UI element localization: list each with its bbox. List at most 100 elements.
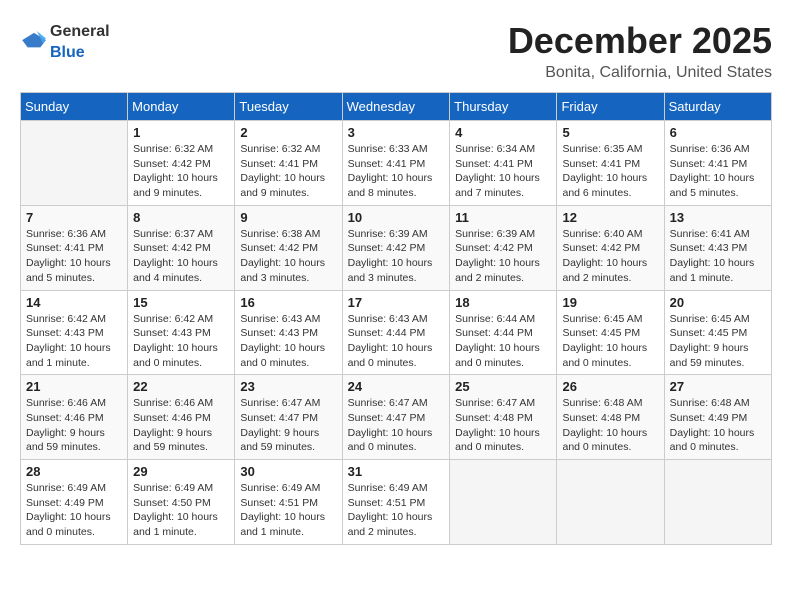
calendar-cell: 29 Sunrise: 6:49 AMSunset: 4:50 PMDayligh…	[128, 460, 235, 545]
day-number: 9	[240, 210, 336, 225]
day-number: 25	[455, 379, 551, 394]
day-info: Sunrise: 6:49 AMSunset: 4:50 PMDaylight:…	[133, 481, 229, 540]
day-info: Sunrise: 6:49 AMSunset: 4:49 PMDaylight:…	[26, 481, 122, 540]
day-number: 22	[133, 379, 229, 394]
day-number: 16	[240, 295, 336, 310]
calendar-cell: 21 Sunrise: 6:46 AMSunset: 4:46 PMDayligh…	[21, 375, 128, 460]
calendar-table: SundayMondayTuesdayWednesdayThursdayFrid…	[20, 92, 772, 545]
calendar-cell: 11Sunrise: 6:39 AMSunset: 4:42 PMDayligh…	[450, 205, 557, 290]
day-number: 29	[133, 464, 229, 479]
day-number: 15	[133, 295, 229, 310]
calendar-cell: 18Sunrise: 6:44 AMSunset: 4:44 PMDayligh…	[450, 290, 557, 375]
title-section: December 2025 Bonita, California, United…	[508, 20, 772, 82]
calendar-cell: 16 Sunrise: 6:43 AMSunset: 4:43 PMDayligh…	[235, 290, 342, 375]
day-info: Sunrise: 6:44 AMSunset: 4:44 PMDaylight:…	[455, 312, 551, 371]
calendar-cell: 25 Sunrise: 6:47 AMSunset: 4:48 PMDayligh…	[450, 375, 557, 460]
day-number: 31	[348, 464, 445, 479]
calendar-week-row: 14 Sunrise: 6:42 AMSunset: 4:43 PMDayligh…	[21, 290, 772, 375]
day-number: 6	[670, 125, 766, 140]
calendar-header-day: Wednesday	[342, 93, 450, 121]
day-number: 5	[562, 125, 658, 140]
day-number: 1	[133, 125, 229, 140]
calendar-cell: 7 Sunrise: 6:36 AMSunset: 4:41 PMDaylight…	[21, 205, 128, 290]
day-info: Sunrise: 6:41 AMSunset: 4:43 PMDaylight:…	[670, 227, 766, 286]
day-number: 19	[562, 295, 658, 310]
calendar-cell: 22 Sunrise: 6:46 AMSunset: 4:46 PMDayligh…	[128, 375, 235, 460]
day-info: Sunrise: 6:46 AMSunset: 4:46 PMDaylight:…	[133, 396, 229, 455]
calendar-header-day: Sunday	[21, 93, 128, 121]
location-subtitle: Bonita, California, United States	[508, 64, 772, 82]
day-number: 12	[562, 210, 658, 225]
day-number: 27	[670, 379, 766, 394]
calendar-cell: 8 Sunrise: 6:37 AMSunset: 4:42 PMDaylight…	[128, 205, 235, 290]
calendar-cell: 12 Sunrise: 6:40 AMSunset: 4:42 PMDayligh…	[557, 205, 664, 290]
day-info: Sunrise: 6:47 AMSunset: 4:48 PMDaylight:…	[455, 396, 551, 455]
calendar-cell: 20 Sunrise: 6:45 AMSunset: 4:45 PMDayligh…	[664, 290, 771, 375]
day-number: 21	[26, 379, 122, 394]
calendar-cell	[664, 460, 771, 545]
day-number: 2	[240, 125, 336, 140]
month-title: December 2025	[508, 20, 772, 62]
calendar-week-row: 21 Sunrise: 6:46 AMSunset: 4:46 PMDayligh…	[21, 375, 772, 460]
day-info: Sunrise: 6:37 AMSunset: 4:42 PMDaylight:…	[133, 227, 229, 286]
day-info: Sunrise: 6:47 AMSunset: 4:47 PMDaylight:…	[240, 396, 336, 455]
day-info: Sunrise: 6:42 AMSunset: 4:43 PMDaylight:…	[133, 312, 229, 371]
calendar-cell: 23 Sunrise: 6:47 AMSunset: 4:47 PMDayligh…	[235, 375, 342, 460]
calendar-cell	[557, 460, 664, 545]
day-number: 28	[26, 464, 122, 479]
calendar-cell: 30 Sunrise: 6:49 AMSunset: 4:51 PMDayligh…	[235, 460, 342, 545]
day-info: Sunrise: 6:49 AMSunset: 4:51 PMDaylight:…	[348, 481, 445, 540]
day-number: 11	[455, 210, 551, 225]
day-number: 4	[455, 125, 551, 140]
day-info: Sunrise: 6:36 AMSunset: 4:41 PMDaylight:…	[670, 142, 766, 201]
calendar-header-day: Monday	[128, 93, 235, 121]
day-info: Sunrise: 6:45 AMSunset: 4:45 PMDaylight:…	[562, 312, 658, 371]
day-info: Sunrise: 6:48 AMSunset: 4:49 PMDaylight:…	[670, 396, 766, 455]
calendar-header-day: Saturday	[664, 93, 771, 121]
logo-blue-text: Blue	[50, 44, 85, 61]
calendar-cell: 28 Sunrise: 6:49 AMSunset: 4:49 PMDayligh…	[21, 460, 128, 545]
day-info: Sunrise: 6:43 AMSunset: 4:43 PMDaylight:…	[240, 312, 336, 371]
day-info: Sunrise: 6:46 AMSunset: 4:46 PMDaylight:…	[26, 396, 122, 455]
day-info: Sunrise: 6:39 AMSunset: 4:42 PMDaylight:…	[348, 227, 445, 286]
calendar-week-row: 7 Sunrise: 6:36 AMSunset: 4:41 PMDaylight…	[21, 205, 772, 290]
calendar-week-row: 1 Sunrise: 6:32 AMSunset: 4:42 PMDaylight…	[21, 121, 772, 206]
calendar-cell: 15 Sunrise: 6:42 AMSunset: 4:43 PMDayligh…	[128, 290, 235, 375]
calendar-cell: 13Sunrise: 6:41 AMSunset: 4:43 PMDayligh…	[664, 205, 771, 290]
calendar-cell: 9 Sunrise: 6:38 AMSunset: 4:42 PMDaylight…	[235, 205, 342, 290]
day-number: 10	[348, 210, 445, 225]
day-number: 30	[240, 464, 336, 479]
day-info: Sunrise: 6:38 AMSunset: 4:42 PMDaylight:…	[240, 227, 336, 286]
day-info: Sunrise: 6:40 AMSunset: 4:42 PMDaylight:…	[562, 227, 658, 286]
day-info: Sunrise: 6:32 AMSunset: 4:42 PMDaylight:…	[133, 142, 229, 201]
calendar-cell: 1 Sunrise: 6:32 AMSunset: 4:42 PMDaylight…	[128, 121, 235, 206]
day-info: Sunrise: 6:49 AMSunset: 4:51 PMDaylight:…	[240, 481, 336, 540]
calendar-cell: 31 Sunrise: 6:49 AMSunset: 4:51 PMDayligh…	[342, 460, 450, 545]
day-info: Sunrise: 6:43 AMSunset: 4:44 PMDaylight:…	[348, 312, 445, 371]
calendar-cell: 19 Sunrise: 6:45 AMSunset: 4:45 PMDayligh…	[557, 290, 664, 375]
calendar-cell	[21, 121, 128, 206]
day-info: Sunrise: 6:47 AMSunset: 4:47 PMDaylight:…	[348, 396, 445, 455]
day-info: Sunrise: 6:48 AMSunset: 4:48 PMDaylight:…	[562, 396, 658, 455]
calendar-cell: 4 Sunrise: 6:34 AMSunset: 4:41 PMDaylight…	[450, 121, 557, 206]
day-info: Sunrise: 6:36 AMSunset: 4:41 PMDaylight:…	[26, 227, 122, 286]
day-number: 17	[348, 295, 445, 310]
calendar-header-day: Thursday	[450, 93, 557, 121]
logo: General Blue	[20, 20, 110, 62]
day-info: Sunrise: 6:34 AMSunset: 4:41 PMDaylight:…	[455, 142, 551, 201]
logo-general-text: General	[50, 23, 110, 40]
calendar-cell: 14Sunrise: 6:42 AMSunset: 4:43 PMDayligh…	[21, 290, 128, 375]
day-number: 20	[670, 295, 766, 310]
calendar-cell: 26Sunrise: 6:48 AMSunset: 4:48 PMDayligh…	[557, 375, 664, 460]
day-number: 8	[133, 210, 229, 225]
day-number: 14	[26, 295, 122, 310]
calendar-cell: 2 Sunrise: 6:32 AMSunset: 4:41 PMDaylight…	[235, 121, 342, 206]
day-number: 23	[240, 379, 336, 394]
day-info: Sunrise: 6:45 AMSunset: 4:45 PMDaylight:…	[670, 312, 766, 371]
calendar-header-day: Tuesday	[235, 93, 342, 121]
calendar-week-row: 28 Sunrise: 6:49 AMSunset: 4:49 PMDayligh…	[21, 460, 772, 545]
day-number: 7	[26, 210, 122, 225]
calendar-cell: 6 Sunrise: 6:36 AMSunset: 4:41 PMDaylight…	[664, 121, 771, 206]
calendar-cell	[450, 460, 557, 545]
day-info: Sunrise: 6:32 AMSunset: 4:41 PMDaylight:…	[240, 142, 336, 201]
